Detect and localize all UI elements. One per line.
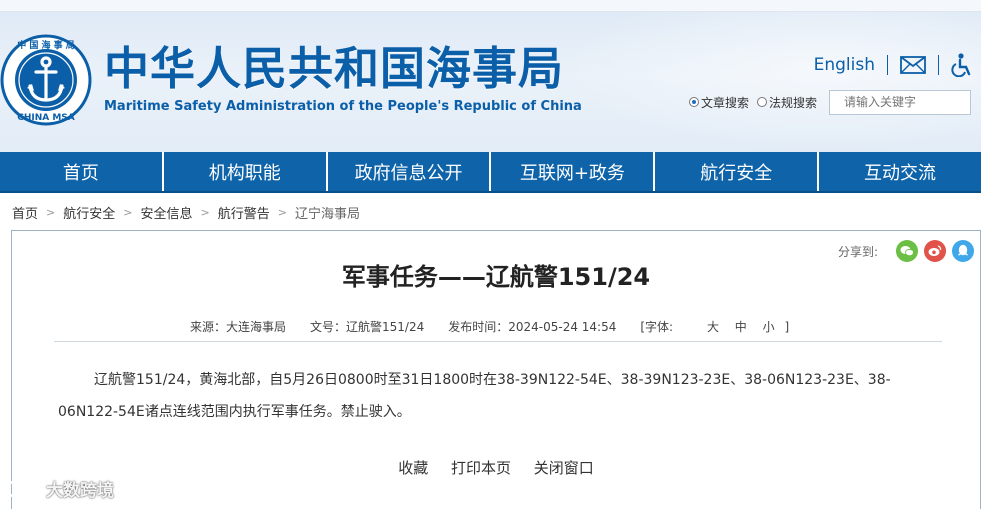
nav-item-navigation-safety[interactable]: 航行安全 <box>655 152 820 191</box>
chevron-right-icon: > <box>123 206 133 219</box>
print-link[interactable]: 打印本页 <box>451 459 511 477</box>
article-actions: 收藏 打印本页 关闭窗口 <box>12 457 980 478</box>
nav-item-functions[interactable]: 机构职能 <box>164 152 328 191</box>
article-doc-number: 文号：辽航警151/24 <box>310 320 425 334</box>
article-publish-time: 发布时间：2024-05-24 14:54 <box>448 320 617 334</box>
close-window-link[interactable]: 关闭窗口 <box>534 459 594 477</box>
china-msa-logo-icon[interactable]: 中 国 海 事 局 CHINA MSA <box>0 34 92 126</box>
nav-item-internet-gov[interactable]: 互联网+政务 <box>491 152 656 191</box>
breadcrumb: 首页 > 航行安全 > 安全信息 > 航行警告 > 辽宁海事局 <box>12 203 360 222</box>
radio-selected-icon <box>688 97 699 107</box>
mail-icon[interactable] <box>900 56 926 74</box>
breadcrumb-item[interactable]: 安全信息 <box>140 203 192 222</box>
favorite-link[interactable]: 收藏 <box>398 459 428 477</box>
article-meta: 来源：大连海事局 文号：辽航警151/24 发布时间：2024-05-24 14… <box>190 318 813 335</box>
article-panel: 分享到: 军事任务——辽航警151/24 来源：大连海事局 文号：辽航警151/… <box>11 230 981 509</box>
breadcrumb-item[interactable]: 首页 <box>12 203 38 222</box>
watermark-text: 大数跨境 <box>46 481 114 501</box>
site-header: 中 国 海 事 局 CHINA MSA 中华人民共和国海事局 Maritime … <box>0 12 981 152</box>
watermark-logo-icon <box>6 479 38 498</box>
radio-unselected-icon <box>756 97 767 107</box>
nav-item-gov-info[interactable]: 政府信息公开 <box>328 152 492 191</box>
chevron-right-icon: > <box>200 206 210 219</box>
article-source: 来源：大连海事局 <box>190 320 287 334</box>
separator <box>938 55 939 75</box>
separator <box>887 55 888 75</box>
nav-item-interaction[interactable]: 互动交流 <box>819 152 981 191</box>
font-size-medium[interactable]: 中 <box>735 320 747 334</box>
chevron-right-icon: > <box>277 206 287 219</box>
breadcrumb-item[interactable]: 航行安全 <box>63 203 115 222</box>
top-strip <box>0 0 981 12</box>
english-link[interactable]: English <box>814 55 875 75</box>
main-nav: 首页 机构职能 政府信息公开 互联网+政务 航行安全 互动交流 <box>0 152 981 193</box>
watermark: 大数跨境 <box>6 476 114 501</box>
font-size-small[interactable]: 小 <box>763 320 775 334</box>
site-title: 中华人民共和国海事局 <box>104 42 565 95</box>
breadcrumb-item-current[interactable]: 辽宁海事局 <box>295 203 360 222</box>
accessibility-icon[interactable] <box>951 53 971 77</box>
utility-links: English <box>814 52 971 78</box>
chevron-right-icon: > <box>46 206 56 219</box>
search-input[interactable] <box>829 89 971 115</box>
radio-label: 文章搜索 <box>700 95 749 110</box>
svg-text:中 国 海 事 局: 中 国 海 事 局 <box>17 39 75 51</box>
search-type-article[interactable]: 文章搜索 <box>688 94 749 111</box>
radio-label: 法规搜索 <box>768 95 817 110</box>
nav-item-home[interactable]: 首页 <box>0 152 164 191</box>
font-size-close-bracket: ] <box>784 320 790 334</box>
site-subtitle: Maritime Safety Administration of the Pe… <box>104 99 582 114</box>
breadcrumb-item[interactable]: 航行警告 <box>218 203 270 222</box>
font-size-control: [字体: 大 中 小 ] <box>640 318 813 335</box>
svg-text:CHINA MSA: CHINA MSA <box>17 113 75 123</box>
font-size-large[interactable]: 大 <box>707 320 719 334</box>
article-body: 辽航警151/24，黄海北部，自5月26日0800时至31日1800时在38-3… <box>58 372 891 420</box>
divider <box>54 341 942 342</box>
article-title: 军事任务——辽航警151/24 <box>341 263 651 291</box>
search-bar: 文章搜索 法规搜索 <box>688 89 971 115</box>
search-type-regulation[interactable]: 法规搜索 <box>756 94 817 111</box>
font-size-label: [字体: <box>640 320 674 334</box>
